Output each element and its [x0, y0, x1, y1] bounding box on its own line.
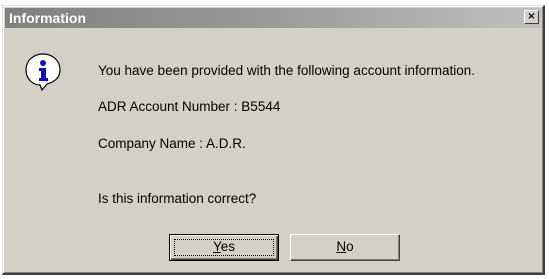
no-button-label: No: [336, 239, 354, 254]
dialog-title: Information: [9, 10, 86, 26]
company-name-text: Company Name : A.D.R.: [98, 136, 246, 151]
no-button[interactable]: No: [290, 234, 400, 261]
close-icon: ×: [527, 11, 536, 22]
title-bar[interactable]: Information ×: [5, 8, 541, 28]
information-dialog: Information × You have been provided wit…: [2, 5, 545, 275]
information-icon: [25, 53, 61, 91]
close-button[interactable]: ×: [524, 10, 539, 24]
confirmation-question: Is this information correct?: [98, 191, 257, 206]
yes-button-label: Yes: [212, 239, 236, 254]
account-number-text: ADR Account Number : B5544: [98, 99, 281, 114]
yes-button[interactable]: Yes: [169, 234, 279, 261]
message-line: You have been provided with the followin…: [98, 63, 475, 78]
